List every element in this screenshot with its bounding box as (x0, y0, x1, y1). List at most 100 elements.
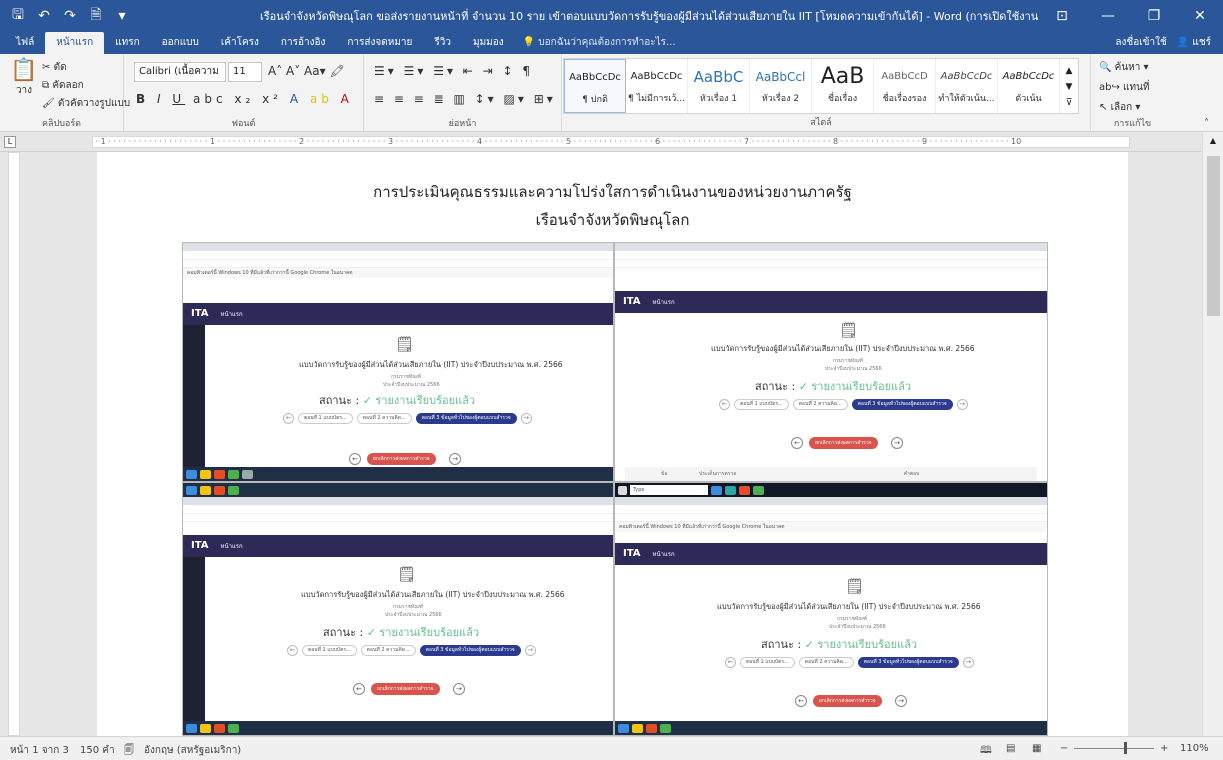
vertical-scrollbar[interactable]: ▲ (1202, 132, 1223, 736)
embedded-screenshot-1[interactable]: คอมพิวเตอร์นี้ Windows 10 ที่มีแล้วที่เก… (182, 242, 614, 482)
scroll-thumb[interactable] (1207, 156, 1220, 316)
style-subtitle[interactable]: AaBbCcD ชื่อเรื่องรอง (874, 59, 936, 113)
step-1[interactable]: ตอนที่ 1 แบบบัตร... (740, 657, 795, 668)
scroll-up-icon[interactable]: ▲ (1203, 132, 1223, 145)
forward-arrow-icon[interactable]: → (449, 453, 461, 465)
forward-arrow-icon[interactable]: → (891, 437, 903, 449)
tab-file[interactable]: ไฟล์ (0, 32, 45, 54)
step-1[interactable]: ตอนที่ 1 แบบบัตร... (302, 645, 357, 656)
print-layout-icon[interactable]: ▤ (1006, 743, 1015, 754)
zoom-slider-thumb[interactable] (1124, 742, 1127, 754)
tab-review[interactable]: รีวิว (423, 32, 462, 54)
find-button[interactable]: 🔍 ค้นหา ▾ (1099, 60, 1149, 75)
step-3[interactable]: ตอนที่ 3 ข้อมูลทั่วไปของผู้ตอบแบบสำรวจ (851, 399, 953, 410)
style-subtle-emphasis[interactable]: AaBbCcDc ทำให้ตัวเน้น... (936, 59, 998, 113)
back-arrow-icon[interactable]: ← (353, 683, 365, 695)
cancel-submission-button[interactable]: ยกเลิกการส่งผลการสำรวจ (371, 683, 440, 695)
step-2[interactable]: ตอนที่ 2 ความคิด... (792, 399, 848, 410)
tab-selector-icon[interactable]: L (4, 136, 16, 148)
proofing-icon[interactable]: 🗐 (124, 743, 134, 760)
vertical-ruler[interactable] (8, 152, 20, 736)
prev-arrow-icon[interactable]: ← (719, 399, 730, 410)
step-1[interactable]: ตอนที่ 1 แบบบัตร... (298, 413, 353, 424)
customize-qat-icon[interactable]: ▾ (110, 8, 134, 24)
bullets-icons[interactable]: ☰▾ ☰▾ ☰▾ ⇤ ⇥ ↕ ¶ (374, 64, 533, 78)
paste-button[interactable]: 📋 วาง (10, 58, 38, 98)
font-name-select[interactable]: Calibri (เนื้อความ (134, 62, 226, 82)
tab-mailings[interactable]: การส่งจดหมาย (336, 32, 423, 54)
style-heading-2[interactable]: AaBbCcl หัวเรื่อง 2 (750, 59, 812, 113)
print-preview-icon[interactable]: 🗎 (84, 4, 108, 28)
next-arrow-icon[interactable]: → (956, 399, 968, 410)
language-indicator[interactable]: อังกฤษ (สหรัฐอเมริกา) (144, 743, 241, 758)
cancel-submission-button[interactable]: ยกเลิกการส่งผลการสำรวจ (809, 437, 878, 449)
status-value: ✓ รายงานเรียบร้อยแล้ว (804, 638, 918, 651)
cancel-submission-button[interactable]: ยกเลิกการส่งผลการสำรวจ (367, 453, 436, 465)
prev-arrow-icon[interactable]: ← (725, 657, 736, 668)
style-normal[interactable]: AaBbCcDc ¶ ปกติ (564, 59, 626, 113)
step-3[interactable]: ตอนที่ 3 ข้อมูลทั่วไปของผู้ตอบแบบสำรวจ (857, 657, 959, 668)
styles-more-icon[interactable]: ▲ ▼ ⊽ (1060, 59, 1078, 113)
back-arrow-icon[interactable]: ← (791, 437, 803, 449)
read-mode-icon[interactable]: 🕮 (980, 743, 992, 760)
undo-icon[interactable]: ↶ (32, 8, 56, 24)
style-no-spacing[interactable]: AaBbCcDc ¶ ไม่มีการเว้... (626, 59, 688, 113)
tab-insert[interactable]: แทรก (104, 32, 150, 54)
restore-button[interactable]: ❐ (1131, 0, 1177, 32)
zoom-out-icon[interactable]: − (1060, 743, 1068, 754)
next-arrow-icon[interactable]: → (962, 657, 974, 668)
style-emphasis[interactable]: AaBbCcDc ตัวเน้น (998, 59, 1060, 113)
save-icon[interactable]: 🖫 (6, 4, 30, 28)
next-arrow-icon[interactable]: → (520, 413, 532, 424)
step-2[interactable]: ตอนที่ 2 ความคิด... (356, 413, 412, 424)
style-title[interactable]: AaB ชื่อเรื่อง (812, 59, 874, 113)
grow-font-icon[interactable]: A˄ A˅ Aa▾ 🖍 (268, 64, 345, 78)
embedded-screenshot-4[interactable]: Type here to search คอมพิวเตอร์นี้ Windo… (614, 482, 1048, 736)
step-2[interactable]: ตอนที่ 2 ความคิด... (798, 657, 854, 668)
embedded-screenshot-3[interactable]: ITA หน้าแรก 🗒 แบบวัดการรับรู้ของผู้มีส่วน… (182, 482, 614, 736)
redo-icon[interactable]: ↷ (58, 8, 82, 24)
zoom-level[interactable]: 110% (1180, 743, 1209, 754)
tell-me-box[interactable]: 💡 บอกฉันว่าคุณต้องการทำอะไร... (523, 32, 676, 54)
tab-view[interactable]: มุมมอง (462, 32, 515, 54)
tab-references[interactable]: การอ้างอิง (270, 32, 336, 54)
forward-arrow-icon[interactable]: → (453, 683, 465, 695)
next-arrow-icon[interactable]: → (524, 645, 536, 656)
minimize-button[interactable]: — (1085, 0, 1131, 32)
tab-design[interactable]: ออกแบบ (151, 32, 210, 54)
format-painter-button[interactable]: 🖌 ตัวคัดวางรูปแบบ (42, 96, 130, 111)
back-arrow-icon[interactable]: ← (795, 695, 807, 707)
close-button[interactable]: ✕ (1177, 0, 1223, 32)
web-layout-icon[interactable]: ▦ (1032, 743, 1041, 754)
tab-layout[interactable]: เค้าโครง (210, 32, 270, 54)
font-size-select[interactable]: 11 (228, 62, 262, 82)
step-2[interactable]: ตอนที่ 2 ความคิด... (360, 645, 416, 656)
page-count[interactable]: หน้า 1 จาก 3 (10, 743, 69, 758)
prev-arrow-icon[interactable]: ← (283, 413, 294, 424)
step-3[interactable]: ตอนที่ 3 ข้อมูลทั่วไปของผู้ตอบแบบสำรวจ (419, 645, 521, 656)
sign-in-link[interactable]: ลงชื่อเข้าใช้ (1115, 32, 1166, 54)
cut-button[interactable]: ✂ ตัด (42, 60, 67, 75)
word-count[interactable]: 150 คำ (80, 743, 115, 758)
forward-arrow-icon[interactable]: → (895, 695, 907, 707)
embedded-screenshot-2[interactable]: ITA หน้าแรก 🗒 แบบวัดการรับรู้ของผู้มีส่วน… (614, 242, 1048, 482)
style-heading-1[interactable]: AaBbC หัวเรื่อง 1 (688, 59, 750, 113)
ruler-scale[interactable]: · 1 · · · · · · · · · · · · · · · · · · … (92, 136, 1130, 148)
select-button[interactable]: ↖ เลือก ▾ (1099, 100, 1140, 115)
cancel-submission-button[interactable]: ยกเลิกการส่งผลการสำรวจ (813, 695, 882, 707)
tab-home[interactable]: หน้าแรก (45, 32, 105, 54)
document-page[interactable]: การประเมินคุณธรรมและความโปร่งใสการดำเนิน… (97, 152, 1128, 736)
prev-arrow-icon[interactable]: ← (287, 645, 298, 656)
font-format-icons[interactable]: B I U abc x₂ x² A ab A (136, 92, 353, 106)
share-button[interactable]: 👤 แชร์ (1177, 32, 1211, 54)
zoom-in-icon[interactable]: + (1160, 743, 1168, 754)
step-1[interactable]: ตอนที่ 1 แบบบัตร... (734, 399, 789, 410)
zoom-slider[interactable] (1074, 748, 1154, 749)
step-3[interactable]: ตอนที่ 3 ข้อมูลทั่วไปของผู้ตอบแบบสำรวจ (415, 413, 517, 424)
alignment-icons[interactable]: ≡ ≡ ≡ ≣ ▥ ↕▾ ▨▾ ⊞▾ (374, 92, 556, 106)
back-arrow-icon[interactable]: ← (349, 453, 361, 465)
replace-button[interactable]: ab↪ แทนที่ (1099, 80, 1150, 95)
copy-button[interactable]: ⧉ คัดลอก (42, 78, 84, 93)
collapse-ribbon-icon[interactable]: ˄ (1204, 118, 1209, 129)
ribbon-display-options-icon[interactable]: ⊡ (1039, 0, 1085, 32)
